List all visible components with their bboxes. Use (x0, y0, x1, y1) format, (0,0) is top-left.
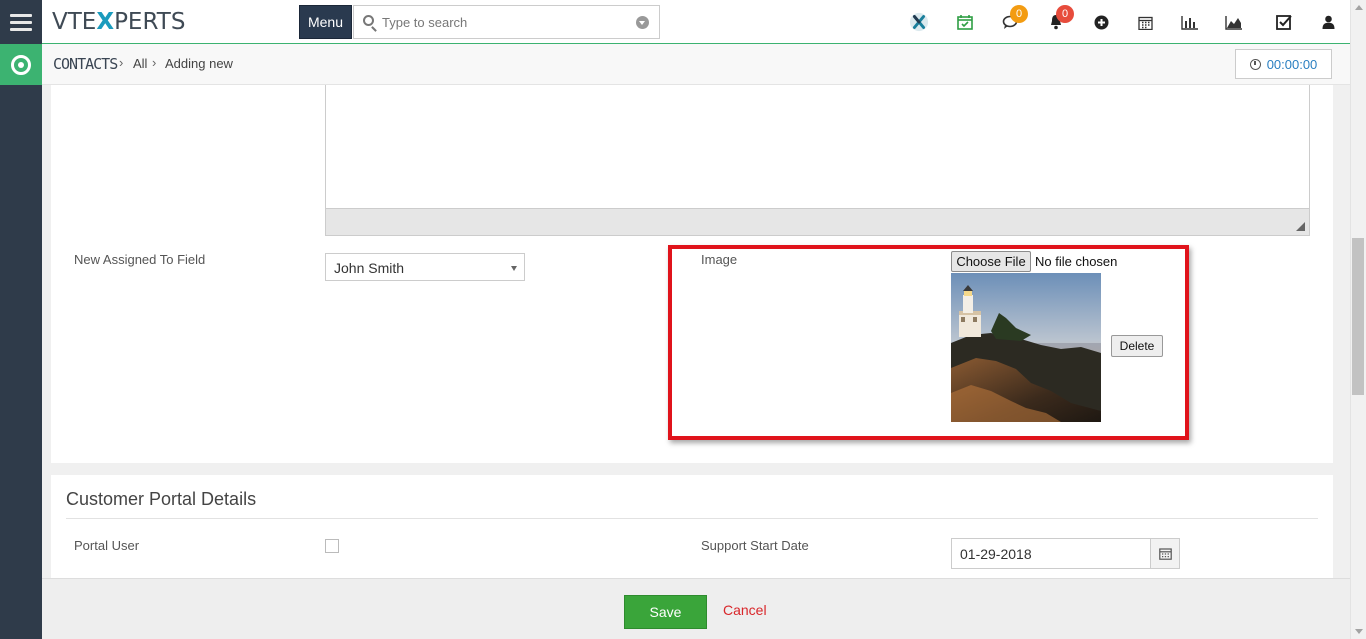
cancel-link[interactable]: Cancel (723, 602, 767, 618)
notification-count-badge: 0 (1056, 5, 1074, 23)
bell-icon[interactable]: 0 (1046, 5, 1074, 32)
breadcrumb-current: Adding new (165, 56, 233, 71)
timer-button[interactable]: 00:00:00 (1235, 49, 1332, 79)
support-start-date-field[interactable]: 01-29-2018 (951, 538, 1151, 569)
support-start-date-value: 01-29-2018 (960, 546, 1032, 562)
search-icon (363, 15, 374, 26)
search-input[interactable] (382, 12, 622, 32)
area-chart-icon[interactable] (1224, 12, 1244, 32)
assigned-to-label: New Assigned To Field (74, 252, 206, 267)
chevron-right-icon: › (119, 55, 124, 70)
user-icon[interactable] (1318, 12, 1338, 32)
customer-portal-card: Customer Portal Details Portal User Supp… (51, 475, 1333, 578)
details-card: New Assigned To Field John Smith Image C… (51, 85, 1333, 463)
chat-icon[interactable]: 0 (1000, 5, 1028, 32)
chevron-right-icon: › (152, 55, 157, 70)
image-field-highlight (668, 245, 1189, 440)
calendar-check-icon[interactable] (955, 12, 975, 32)
chevron-down-icon (511, 266, 517, 271)
calendar-picker-icon[interactable] (1150, 538, 1180, 569)
form-content: New Assigned To Field John Smith Image C… (42, 85, 1350, 578)
bar-chart-icon[interactable] (1180, 12, 1200, 32)
calendar-icon[interactable] (1135, 12, 1155, 32)
left-rail (0, 0, 42, 639)
timer-value: 00:00:00 (1266, 56, 1318, 72)
assigned-to-value: John Smith (334, 260, 405, 276)
textarea-resize-bar (325, 208, 1310, 236)
top-header: VTEXPERTS Menu 0 0 (42, 0, 1350, 44)
chat-count-badge: 0 (1010, 5, 1028, 23)
support-start-date-label: Support Start Date (701, 538, 809, 553)
hamburger-menu-icon[interactable] (0, 0, 42, 44)
menu-button[interactable]: Menu (299, 5, 352, 39)
breadcrumb: CONTACTS › All › Adding new 00:00:00 (42, 44, 1350, 85)
breadcrumb-all[interactable]: All (133, 56, 147, 71)
portal-user-checkbox[interactable] (325, 539, 339, 553)
vtexperts-logo[interactable]: VTEXPERTS (52, 9, 185, 35)
plus-circle-icon[interactable] (1091, 12, 1111, 32)
contacts-module-icon[interactable] (0, 44, 42, 85)
assigned-to-select[interactable]: John Smith (325, 253, 525, 281)
page-scrollbar[interactable] (1350, 0, 1366, 639)
portal-user-label: Portal User (74, 538, 140, 553)
section-divider (66, 518, 1318, 519)
section-title: Customer Portal Details (66, 489, 257, 509)
scroll-thumb[interactable] (1352, 238, 1364, 395)
save-button[interactable]: Save (624, 595, 707, 629)
vtexperts-x-icon[interactable] (909, 12, 929, 32)
clock-icon (1249, 58, 1261, 70)
form-footer: Save Cancel (42, 578, 1350, 639)
breadcrumb-module[interactable]: CONTACTS (53, 55, 118, 73)
scroll-down-icon[interactable] (1355, 629, 1363, 634)
scroll-up-icon[interactable] (1355, 5, 1363, 10)
checkbox-icon[interactable] (1274, 12, 1294, 32)
resize-grip-icon[interactable] (1296, 222, 1305, 231)
search-dropdown-icon[interactable] (636, 16, 649, 29)
global-search[interactable] (353, 5, 660, 39)
